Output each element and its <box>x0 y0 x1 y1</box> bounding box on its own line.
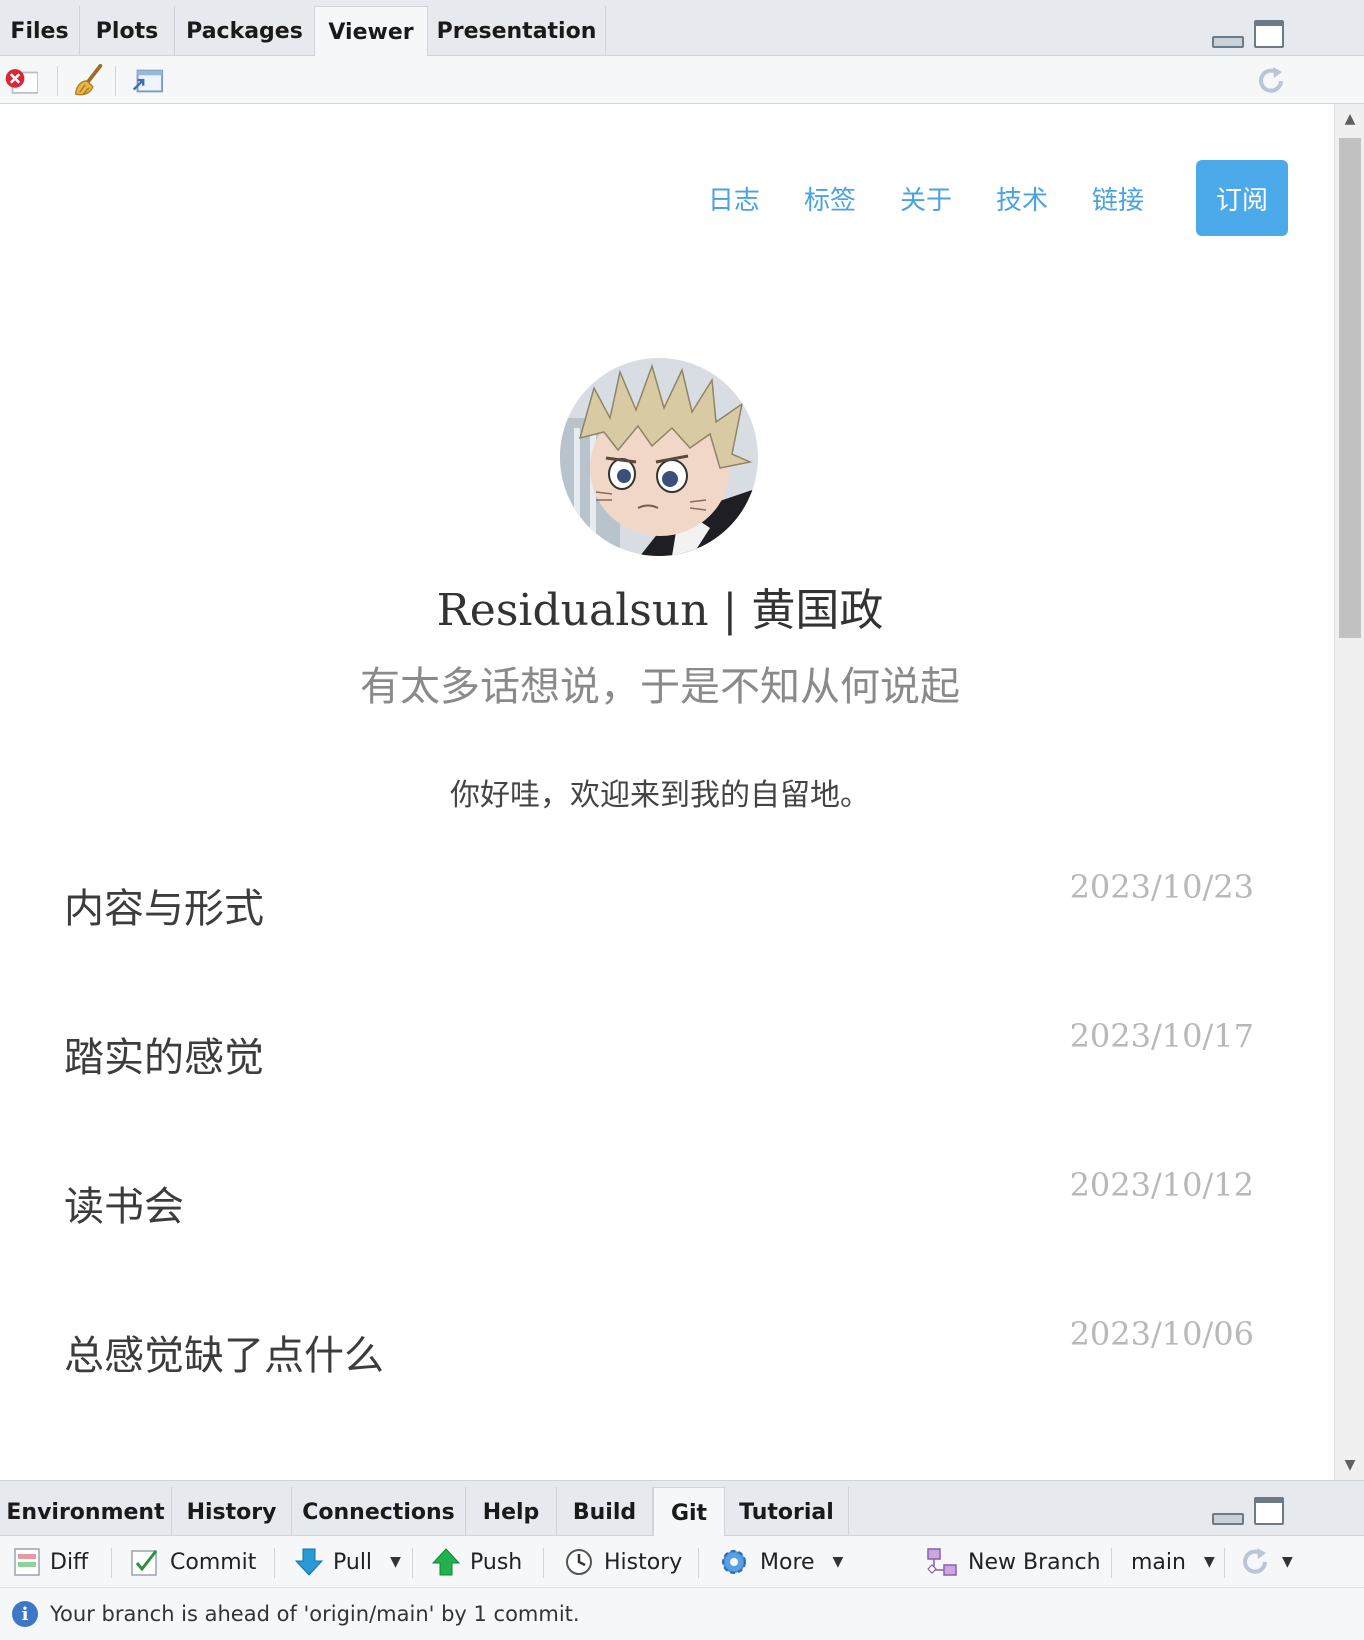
diff-label: Diff <box>50 1549 89 1575</box>
diff-button[interactable]: Diff <box>14 1542 88 1582</box>
gear-icon <box>722 1550 746 1574</box>
tab-environment[interactable]: Environment <box>0 1487 172 1537</box>
history-label: History <box>604 1549 683 1575</box>
new-branch-label: New Branch <box>968 1549 1101 1575</box>
toolbar-separator <box>274 1548 275 1578</box>
new-branch-button[interactable]: New Branch <box>926 1542 1101 1582</box>
tab-tutorial[interactable]: Tutorial <box>725 1487 849 1537</box>
more-button[interactable]: More ▼ <box>718 1542 843 1582</box>
pull-label: Pull <box>333 1549 373 1575</box>
post-item[interactable]: 总感觉缺了点什么 2023/10/06 <box>64 1315 1254 1395</box>
nav-link-tags[interactable]: 标签 <box>804 180 856 217</box>
tab-build[interactable]: Build <box>557 1487 653 1537</box>
toolbar-separator <box>111 1548 112 1578</box>
nav-link-journal[interactable]: 日志 <box>708 180 760 217</box>
minimize-pane-button[interactable] <box>1212 1513 1244 1525</box>
post-title[interactable]: 读书会 <box>64 1174 184 1232</box>
tab-connections[interactable]: Connections <box>292 1487 466 1537</box>
scroll-down-icon[interactable]: ▼ <box>1335 1450 1364 1480</box>
maximize-pane-button[interactable] <box>1254 20 1284 48</box>
remove-viewer-icon[interactable] <box>4 64 38 98</box>
git-toolbar: Diff Commit Pull ▼ Push History More ▼ N… <box>0 1536 1364 1588</box>
bottom-pane-tabbar: Environment History Connections Help Bui… <box>0 1480 1364 1538</box>
pull-arrow-icon <box>295 1548 323 1576</box>
toolbar-separator <box>115 66 116 96</box>
chevron-down-icon[interactable]: ▼ <box>390 1554 401 1570</box>
clear-all-icon[interactable] <box>72 64 106 98</box>
toolbar-separator <box>1111 1548 1112 1578</box>
commit-icon <box>131 1550 158 1576</box>
new-branch-icon <box>927 1548 957 1576</box>
post-item[interactable]: 踏实的感觉 2023/10/17 <box>64 1017 1254 1097</box>
push-arrow-icon <box>432 1548 460 1576</box>
pull-button[interactable]: Pull ▼ <box>295 1542 401 1582</box>
post-title[interactable]: 内容与形式 <box>64 876 264 934</box>
toolbar-separator <box>412 1548 413 1578</box>
branch-name: main <box>1131 1549 1186 1575</box>
chevron-down-icon: ▼ <box>1203 1554 1215 1570</box>
chevron-down-icon[interactable]: ▼ <box>1282 1554 1293 1570</box>
branch-selector[interactable]: main ▼ <box>1131 1542 1215 1582</box>
chevron-down-icon[interactable]: ▼ <box>833 1554 844 1570</box>
commit-label: Commit <box>170 1549 257 1575</box>
clock-icon <box>566 1549 592 1575</box>
scrollbar-thumb[interactable] <box>1339 138 1361 638</box>
show-in-window-icon[interactable] <box>130 64 164 98</box>
more-label: More <box>760 1549 815 1575</box>
diff-icon <box>14 1548 40 1576</box>
welcome-text: 你好哇，欢迎来到我的自留地。 <box>450 778 870 813</box>
tab-files[interactable]: Files <box>0 6 80 56</box>
tab-history[interactable]: History <box>172 1487 292 1537</box>
info-icon: i <box>12 1601 38 1627</box>
refresh-icon <box>1243 1548 1267 1574</box>
post-date: 2023/10/23 <box>1069 868 1254 906</box>
refresh-git-button[interactable]: ▼ <box>1238 1542 1293 1582</box>
tab-plots[interactable]: Plots <box>80 6 175 56</box>
toolbar-separator <box>698 1548 699 1578</box>
site-title: Residualsun | 黄国政 <box>436 585 884 636</box>
commit-button[interactable]: Commit <box>130 1542 256 1582</box>
nav-link-links[interactable]: 链接 <box>1092 180 1144 217</box>
vertical-scrollbar[interactable]: ▲ ▼ <box>1334 104 1364 1480</box>
git-status-bar: i Your branch is ahead of 'origin/main' … <box>0 1588 1364 1640</box>
post-date: 2023/10/12 <box>1069 1166 1254 1204</box>
tab-packages[interactable]: Packages <box>175 6 315 56</box>
nav-link-tech[interactable]: 技术 <box>996 180 1048 217</box>
post-item[interactable]: 内容与形式 2023/10/23 <box>64 868 1254 948</box>
post-item[interactable]: 读书会 2023/10/12 <box>64 1166 1254 1246</box>
toolbar-separator <box>57 66 58 96</box>
scroll-up-icon[interactable]: ▲ <box>1335 104 1364 134</box>
site-nav: 日志 标签 关于 技术 链接 订阅 <box>664 160 1288 236</box>
site-subtitle: 有太多话想说，于是不知从何说起 <box>360 664 960 710</box>
status-message: Your branch is ahead of 'origin/main' by… <box>50 1602 580 1626</box>
viewer-content: 日志 标签 关于 技术 链接 订阅 Residualsun | 黄国政 有太多话… <box>0 104 1364 1480</box>
subscribe-button[interactable]: 订阅 <box>1196 160 1288 236</box>
pane-window-controls <box>1212 1497 1284 1525</box>
post-date: 2023/10/17 <box>1069 1017 1254 1055</box>
nav-link-about[interactable]: 关于 <box>900 180 952 217</box>
toolbar-separator <box>1224 1548 1225 1578</box>
pane-window-controls <box>1212 20 1284 48</box>
top-pane-tabbar: Files Plots Packages Viewer Presentation <box>0 0 1364 57</box>
minimize-pane-button[interactable] <box>1212 36 1244 48</box>
viewer-toolbar <box>0 56 1364 104</box>
history-button[interactable]: History <box>564 1542 682 1582</box>
avatar <box>560 358 758 556</box>
tab-presentation[interactable]: Presentation <box>428 6 606 56</box>
tab-viewer[interactable]: Viewer <box>314 6 428 57</box>
push-label: Push <box>470 1549 523 1575</box>
toolbar-separator <box>543 1548 544 1578</box>
tab-git[interactable]: Git <box>653 1487 725 1538</box>
maximize-pane-button[interactable] <box>1254 1497 1284 1525</box>
refresh-icon[interactable] <box>1254 64 1288 98</box>
post-title[interactable]: 踏实的感觉 <box>64 1025 264 1083</box>
tab-help[interactable]: Help <box>466 1487 557 1537</box>
push-button[interactable]: Push <box>432 1542 522 1582</box>
post-date: 2023/10/06 <box>1069 1315 1254 1353</box>
post-title[interactable]: 总感觉缺了点什么 <box>64 1323 384 1381</box>
